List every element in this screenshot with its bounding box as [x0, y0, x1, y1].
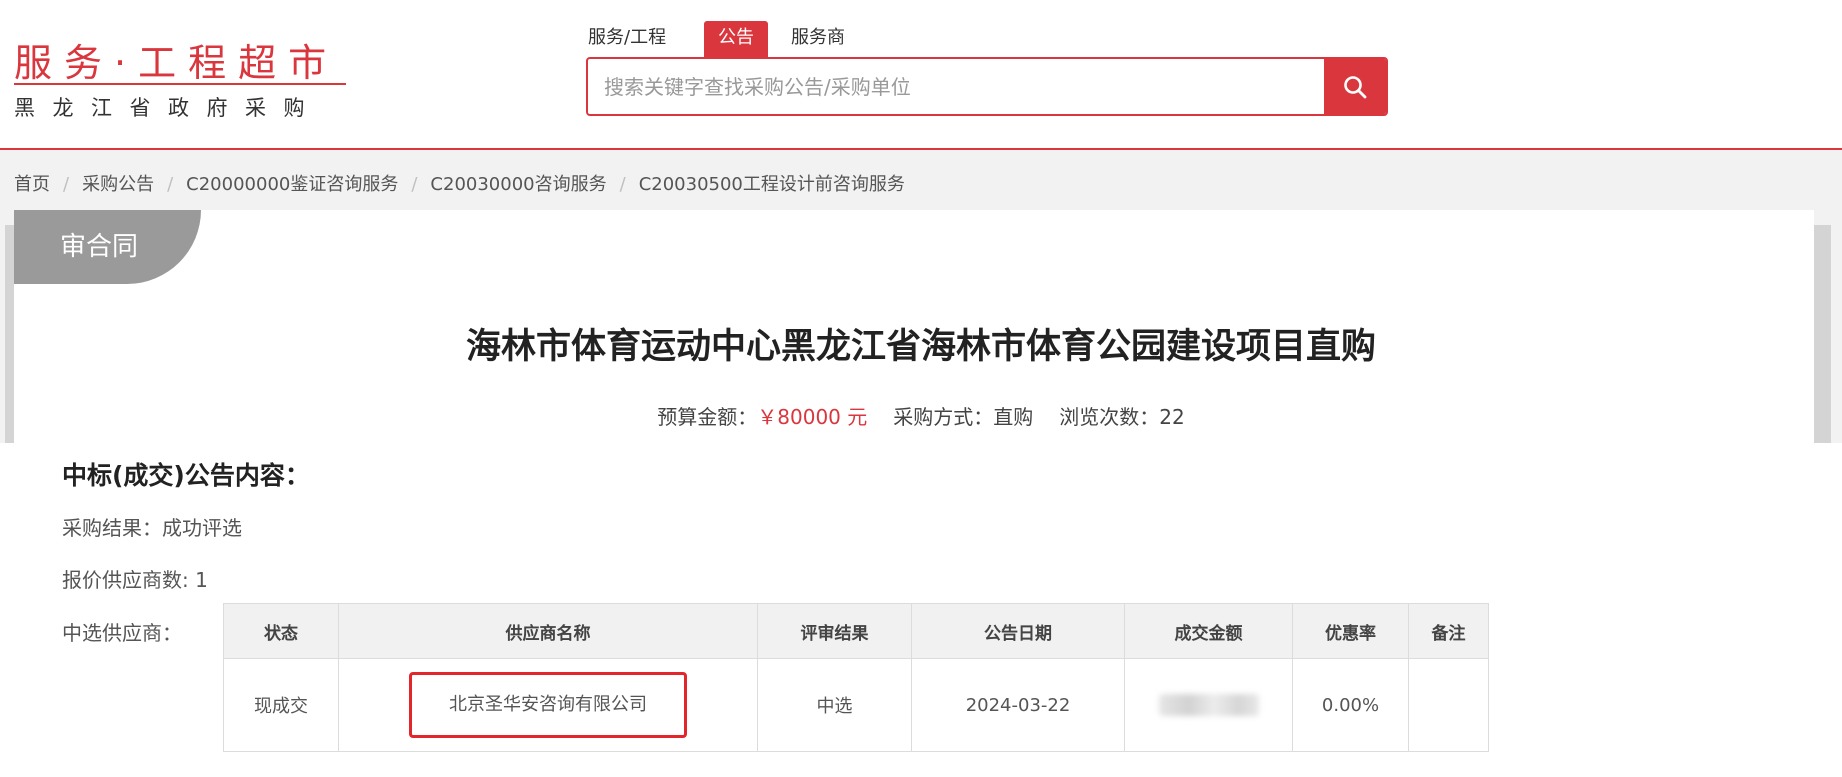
bidder-count: 报价供应商数: 1 [62, 564, 208, 593]
budget-label: 预算金额： [657, 405, 758, 429]
bidder-count-value: 1 [195, 568, 208, 592]
search-box [586, 57, 1388, 116]
column-header-date: 公告日期 [911, 603, 1125, 659]
supplier-name[interactable]: 北京圣华安咨询有限公司 [449, 694, 647, 715]
page-title: 海林市体育运动中心黑龙江省海林市体育公园建设项目直购 [465, 327, 1376, 367]
announcement-meta: 预算金额：￥80000 元 采购方式：直购 浏览次数：22 [0, 401, 1842, 430]
breadcrumb-category-l1[interactable]: C20000000鉴证咨询服务 [186, 174, 398, 195]
cell-supplier: 北京圣华安咨询有限公司 [338, 658, 758, 752]
tab-service-providers[interactable]: 服务商 [791, 21, 845, 57]
table-row: 现成交 北京圣华安咨询有限公司 中选 2024-03-22 0.00% [223, 658, 1489, 752]
bidder-count-label: 报价供应商数: [62, 568, 196, 592]
column-header-supplier: 供应商名称 [338, 603, 758, 659]
budget-value: ￥80000 元 [757, 405, 868, 429]
section-title: 中标(成交)公告内容： [62, 461, 310, 490]
search-button[interactable] [1324, 59, 1386, 114]
breadcrumb-category-l3[interactable]: C20030500工程设计前咨询服务 [639, 174, 905, 195]
column-header-status: 状态 [223, 603, 339, 659]
site-logo-title[interactable]: 服务·工程超市 [14, 32, 338, 87]
site-logo-subtitle: 黑龙江省政府采购 [14, 96, 322, 120]
result-label: 采购结果： [62, 516, 162, 540]
supplier-highlight-box: 北京圣华安咨询有限公司 [409, 672, 687, 738]
result-value: 成功评选 [162, 516, 242, 540]
column-header-discount: 优惠率 [1292, 603, 1409, 659]
selected-supplier-label: 中选供应商： [62, 621, 182, 645]
breadcrumb-announcements[interactable]: 采购公告 [82, 174, 154, 195]
views-value: 22 [1159, 405, 1185, 429]
column-header-amount: 成交金额 [1124, 603, 1293, 659]
breadcrumb-separator: / [167, 174, 174, 195]
method-value: 直购 [993, 405, 1034, 429]
redacted-amount [1158, 694, 1259, 716]
tab-announcements[interactable]: 公告 [704, 21, 768, 57]
method-label: 采购方式： [893, 405, 994, 429]
cell-discount: 0.00% [1292, 658, 1409, 752]
cell-remark [1408, 658, 1489, 752]
breadcrumb-separator: / [619, 174, 626, 195]
procurement-result: 采购结果：成功评选 [62, 512, 242, 541]
search-input[interactable] [588, 59, 1328, 114]
column-header-remark: 备注 [1408, 603, 1489, 659]
views-label: 浏览次数： [1059, 405, 1160, 429]
cell-status: 现成交 [223, 658, 339, 752]
breadcrumb: 首页 / 采购公告 / C20000000鉴证咨询服务 / C20030000咨询服务 / C2… [14, 170, 905, 196]
cell-amount [1124, 658, 1293, 752]
search-icon [1344, 75, 1367, 98]
cell-review-result: 中选 [757, 658, 912, 752]
tab-services-projects[interactable]: 服务/工程 [588, 21, 666, 57]
table-header-row: 状态 供应商名称 评审结果 公告日期 成交金额 优惠率 备注 [223, 603, 1489, 659]
breadcrumb-separator: / [411, 174, 418, 195]
breadcrumb-category-l2[interactable]: C20030000咨询服务 [430, 174, 606, 195]
column-header-review: 评审结果 [757, 603, 912, 659]
breadcrumb-separator: / [63, 174, 70, 195]
cell-announce-date: 2024-03-22 [911, 658, 1125, 752]
breadcrumb-home[interactable]: 首页 [14, 174, 50, 195]
supplier-table: 状态 供应商名称 评审结果 公告日期 成交金额 优惠率 备注 现成交 北京圣华安… [223, 603, 1489, 752]
site-header: 服务·工程超市 黑龙江省政府采购 服务/工程 公告 服务商 [0, 0, 1842, 150]
logo-divider [14, 83, 346, 85]
